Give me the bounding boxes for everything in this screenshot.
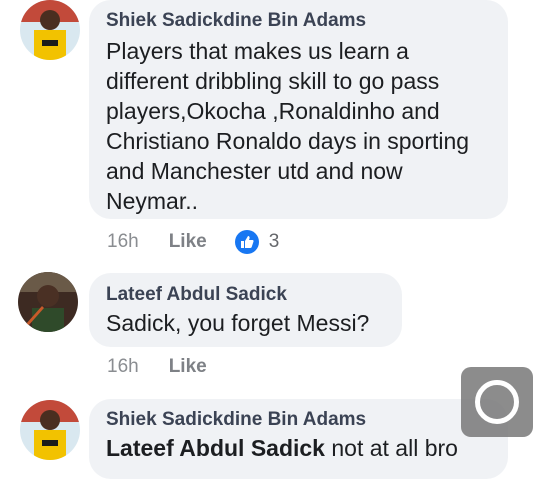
comment-author[interactable]: Shiek Sadickdine Bin Adams [106,409,508,431]
comment-text: Sadick, you forget Messi? [106,310,370,336]
avatar[interactable] [18,272,78,332]
like-button[interactable]: Like [169,231,207,253]
comment-meta: 16h Like 3 [107,230,279,254]
comment-time[interactable]: 16h [107,231,139,253]
comment-time[interactable]: 16h [107,356,139,378]
mention-link[interactable]: Lateef Abdul Sadick [106,435,325,461]
comment-bubble: Shiek Sadickdine Bin Adams Lateef Abdul … [89,399,508,479]
comment-bubble: Shiek Sadickdine Bin Adams Players that … [89,0,508,219]
circle-button-icon [475,380,519,424]
thumbs-up-icon [234,230,259,254]
avatar[interactable] [20,400,80,460]
reaction-count: 3 [268,231,280,252]
comment-text: Lateef Abdul Sadick not at all bro [106,435,458,461]
like-button[interactable]: Like [169,356,207,378]
comment-author[interactable]: Lateef Abdul Sadick [106,284,402,306]
comment-bubble: Lateef Abdul Sadick Sadick, you forget M… [89,273,402,347]
reaction-summary[interactable]: 3 [234,230,280,254]
comment-text: Players that makes us learn a different … [106,38,470,214]
floating-assistive-button[interactable] [461,367,533,437]
avatar-image [18,272,78,332]
avatar-image [20,400,80,460]
avatar[interactable] [20,0,80,60]
comment-author[interactable]: Shiek Sadickdine Bin Adams [106,10,508,32]
avatar-image [20,0,80,60]
comment-meta: 16h Like [107,356,207,378]
